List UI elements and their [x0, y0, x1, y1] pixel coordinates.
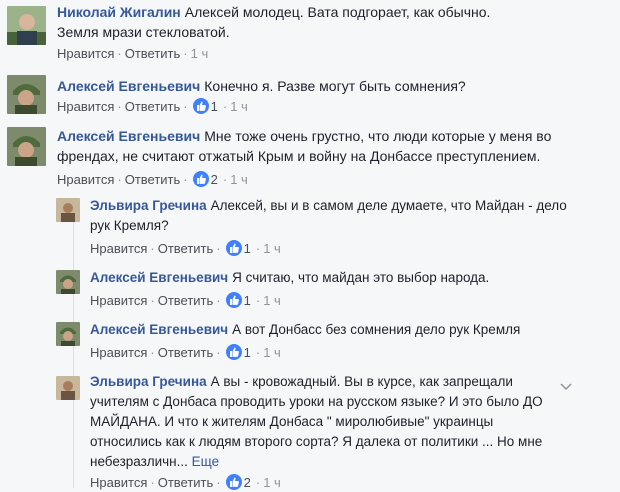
like-count[interactable]: 2	[244, 475, 251, 490]
like-button[interactable]: Нравится	[90, 475, 147, 490]
separator: ·	[255, 293, 261, 308]
thumbs-up-icon[interactable]	[192, 98, 209, 114]
separator: ·	[255, 345, 261, 360]
separator: ·	[183, 46, 188, 61]
comment-author[interactable]: Алексей Евгеньевич	[57, 128, 200, 144]
comment: Николай Жигалин Алексей молодец. Вата под…	[0, 0, 620, 70]
reply-text: Эльвира Гречина Алексей, вы и в самом дел…	[90, 196, 580, 236]
separator: ·	[255, 475, 261, 490]
separator: ·	[183, 99, 188, 114]
comment-author[interactable]: Николай Жигалин	[57, 4, 181, 20]
comment: Алексей Евгеньевич Конечно я. Разве могут…	[0, 70, 620, 122]
separator: ·	[183, 172, 188, 187]
reply: Алексей Евгеньевич Я считаю, что майдан э…	[0, 264, 620, 316]
comment-author[interactable]: Алексей Евгеньевич	[57, 78, 200, 94]
reply-text: Эльвира Гречина А вы - кровожадный. Вы в …	[90, 372, 560, 472]
separator: ·	[255, 241, 261, 256]
comment-body: Конечно я. Разве могут быть сомнения?	[204, 78, 466, 94]
timestamp[interactable]: 1 ч	[191, 46, 209, 61]
separator: ·	[216, 241, 221, 256]
reply-author[interactable]: Эльвира Гречина	[90, 374, 207, 389]
like-count[interactable]: 2	[211, 172, 218, 187]
thumbs-up-icon[interactable]	[225, 474, 242, 490]
thumbs-up-icon[interactable]	[225, 344, 242, 360]
reply-body: А вот Донбасс без сомнения дело рук Крем…	[232, 322, 521, 337]
timestamp[interactable]: 1 ч	[230, 99, 248, 114]
like-button[interactable]: Нравится	[90, 293, 147, 308]
reply-button[interactable]: Ответить	[125, 172, 181, 187]
separator: ·	[117, 172, 122, 187]
reply: Алексей Евгеньевич А вот Донбасс без сомн…	[0, 316, 620, 370]
like-count[interactable]: 1	[244, 241, 251, 256]
avatar[interactable]	[7, 75, 46, 114]
reply-button[interactable]: Ответить	[125, 99, 181, 114]
separator: ·	[216, 475, 221, 490]
reply-button[interactable]: Ответить	[158, 345, 214, 360]
like-button[interactable]: Нравится	[90, 241, 147, 256]
separator: ·	[150, 241, 155, 256]
like-button[interactable]: Нравится	[57, 99, 114, 114]
comment-text: Алексей Евгеньевич Мне тоже очень грустно…	[57, 126, 557, 166]
avatar[interactable]	[56, 322, 80, 346]
reply-button[interactable]: Ответить	[158, 475, 214, 490]
reply-button[interactable]: Ответить	[158, 293, 214, 308]
separator: ·	[216, 293, 221, 308]
timestamp[interactable]: 1 ч	[263, 345, 281, 360]
separator: ·	[222, 172, 228, 187]
like-count[interactable]: 1	[244, 345, 251, 360]
comment-actions: Нравится · Ответить · 1 · 1 ч	[57, 98, 248, 116]
comment-text: Николай Жигалин Алексей молодец. Вата под…	[57, 2, 517, 42]
reply-actions: Нравится · Ответить · 1 · 1 ч	[90, 344, 281, 362]
comment-text: Алексей Евгеньевич Конечно я. Разве могут…	[57, 76, 527, 96]
thumbs-up-icon[interactable]	[225, 292, 242, 308]
comment-actions: Нравится · Ответить · 2 · 1 ч	[57, 171, 248, 189]
timestamp[interactable]: 1 ч	[263, 475, 281, 490]
reply-body: Я считаю, что майдан это выбор народа.	[232, 270, 490, 285]
like-button[interactable]: Нравится	[57, 46, 114, 61]
reply-text: Алексей Евгеньевич А вот Донбасс без сомн…	[90, 320, 580, 340]
reply-author[interactable]: Алексей Евгеньевич	[90, 270, 228, 285]
reply-author[interactable]: Эльвира Гречина	[90, 198, 207, 213]
thumbs-up-icon[interactable]	[192, 171, 209, 187]
reply-button[interactable]: Ответить	[125, 46, 181, 61]
timestamp[interactable]: 1 ч	[263, 241, 281, 256]
reply: Эльвира Гречина Алексей, вы и в самом дел…	[0, 194, 620, 264]
see-more-link[interactable]: Еще	[192, 454, 219, 469]
reply-button[interactable]: Ответить	[158, 241, 214, 256]
separator: ·	[150, 475, 155, 490]
like-count[interactable]: 1	[244, 293, 251, 308]
avatar[interactable]	[56, 376, 80, 400]
comment: Алексей Евгеньевич Мне тоже очень грустно…	[0, 122, 620, 194]
comment-actions: Нравится · Ответить · 1 ч	[57, 45, 208, 63]
like-count[interactable]: 1	[211, 99, 218, 114]
avatar[interactable]	[56, 270, 80, 294]
reply-author[interactable]: Алексей Евгеньевич	[90, 322, 228, 337]
avatar[interactable]	[7, 127, 46, 166]
thumbs-up-icon[interactable]	[225, 240, 242, 256]
separator: ·	[117, 46, 122, 61]
like-button[interactable]: Нравится	[57, 172, 114, 187]
reply-actions: Нравится · Ответить · 1 · 1 ч	[90, 292, 281, 310]
separator: ·	[216, 345, 221, 360]
reply: Эльвира Гречина А вы - кровожадный. Вы в …	[0, 370, 620, 490]
avatar[interactable]	[56, 198, 80, 222]
separator: ·	[150, 293, 155, 308]
separator: ·	[117, 99, 122, 114]
timestamp[interactable]: 1 ч	[230, 172, 248, 187]
timestamp[interactable]: 1 ч	[263, 293, 281, 308]
chevron-down-icon[interactable]	[560, 378, 572, 391]
reply-actions: Нравится · Ответить · 2 · 1 ч	[90, 474, 281, 492]
separator: ·	[150, 345, 155, 360]
avatar[interactable]	[7, 6, 46, 45]
like-button[interactable]: Нравится	[90, 345, 147, 360]
separator: ·	[222, 99, 228, 114]
reply-actions: Нравится · Ответить · 1 · 1 ч	[90, 240, 281, 258]
reply-text: Алексей Евгеньевич Я считаю, что майдан э…	[90, 268, 580, 288]
